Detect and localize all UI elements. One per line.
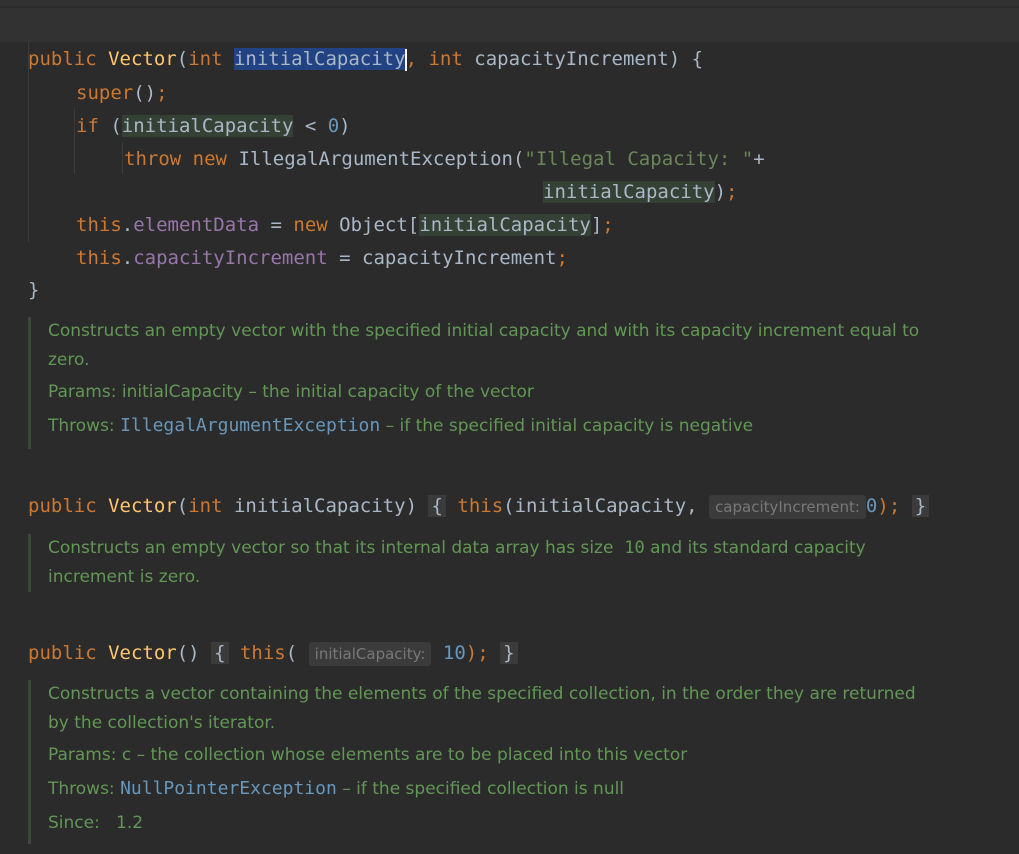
params-text: c – the collection whose elements are to… <box>121 745 688 765</box>
since-value: 1.2 <box>116 813 144 833</box>
javadoc-render-3[interactable]: Constructs a vector containing the eleme… <box>28 680 1008 844</box>
doc-text-part: and its standard capacity <box>644 538 866 558</box>
number-literal: 0 <box>865 495 878 517</box>
comma: , <box>405 48 418 70</box>
javadoc-render-2[interactable]: Constructs an empty vector so that its i… <box>28 534 1008 592</box>
keyword-this: this <box>239 642 286 664</box>
throws-text: – if the specified initial capacity is n… <box>380 416 754 436</box>
params-label: Params: <box>48 382 117 402</box>
editor-top-strip <box>0 0 1019 6</box>
call-args: (initialCapacity, <box>503 495 698 517</box>
since-label: Since: <box>48 813 100 833</box>
dot: . <box>121 247 134 269</box>
fold-region-open[interactable]: { <box>211 642 229 664</box>
code-line-4[interactable]: throw new IllegalArgumentException("Ille… <box>124 108 765 170</box>
selected-parameter[interactable]: initialCapacity <box>233 48 406 70</box>
keyword-int: int <box>188 48 223 70</box>
doc-text: Constructs a vector containing the eleme… <box>48 684 916 704</box>
constructor-name[interactable]: Vector <box>108 495 177 517</box>
parameter[interactable]: capacityIncrement <box>474 48 668 70</box>
throws-label: Throws: <box>48 779 115 799</box>
paren: ( <box>176 48 189 70</box>
params-label: Params: <box>48 745 117 765</box>
paren: ( <box>285 642 298 664</box>
paren-brace: ) { <box>668 48 704 70</box>
keyword-this: this <box>76 247 122 269</box>
semicolon: ; <box>726 181 738 203</box>
parameter[interactable]: capacityIncrement <box>362 247 556 269</box>
call-end: ); <box>877 495 901 517</box>
doc-params: Params: c – the collection whose element… <box>48 738 1008 772</box>
code-line-2[interactable]: super(); <box>76 42 168 104</box>
code-line-ctor-3[interactable]: public Vector() { this( initialCapacity:… <box>28 602 518 666</box>
doc-text: zero. <box>48 350 90 370</box>
doc-text: Constructs an empty vector with the spec… <box>48 321 920 341</box>
fold-region-open[interactable]: { <box>428 495 446 517</box>
keyword-this: this <box>457 495 504 517</box>
throws-text: – if the specified collection is null <box>336 779 625 799</box>
code-line-5[interactable]: initialCapacity); <box>543 141 738 203</box>
doc-text-part: Constructs an empty vector so that its i… <box>48 538 619 558</box>
keyword-new: new <box>192 148 227 170</box>
code-line-6[interactable]: this.elementData = new Object[initialCap… <box>76 174 614 236</box>
throws-label: Throws: <box>48 416 115 436</box>
fold-region-close[interactable]: } <box>500 642 518 664</box>
bracket: ] <box>590 214 603 236</box>
field-capacityincrement[interactable]: capacityIncrement <box>133 247 327 269</box>
doc-since: Since: 1.2 <box>48 806 1008 840</box>
keyword-public: public <box>28 495 97 517</box>
operator: = <box>327 247 363 269</box>
parens: () <box>176 642 200 664</box>
paren: ( <box>176 495 189 517</box>
code-line-ctor-2[interactable]: public Vector(int initialCapacity) { thi… <box>28 455 930 519</box>
operator-plus: + <box>753 148 765 170</box>
keyword-int: int <box>188 495 223 517</box>
paren: ( <box>110 115 122 137</box>
doc-text: by the collection's iterator. <box>48 713 276 733</box>
keyword-throw: throw <box>124 148 182 170</box>
parameter[interactable]: initialCapacity <box>234 495 406 517</box>
params-text: initialCapacity – the initial capacity o… <box>121 382 534 402</box>
paren: ) <box>405 495 418 517</box>
keyword-int: int <box>428 48 463 70</box>
javadoc-render-1[interactable]: Constructs an empty vector with the spec… <box>28 317 1008 449</box>
indent-guide <box>74 108 75 174</box>
doc-text: increment is zero. <box>48 567 201 587</box>
code-line-8[interactable]: } <box>28 239 39 301</box>
constructor-name[interactable]: Vector <box>108 642 177 664</box>
paren: ) <box>714 181 727 203</box>
call-end: ); <box>465 642 489 664</box>
code-line-1[interactable]: public Vector(int initialCapacity, int c… <box>28 8 703 71</box>
doc-code-literal: 10 <box>624 538 645 558</box>
indent-guide <box>122 142 123 174</box>
number-literal: 10 <box>442 642 466 664</box>
code-line-7[interactable]: this.capacityIncrement = capacityIncreme… <box>76 207 568 269</box>
fold-region-close[interactable]: } <box>911 495 930 517</box>
semicolon: ; <box>602 214 614 236</box>
closing-brace: } <box>28 279 40 301</box>
doc-throws: Throws: NullPointerException – if the sp… <box>48 772 1008 806</box>
keyword-if: if <box>76 115 99 137</box>
semicolon: ; <box>556 247 568 269</box>
exception-class[interactable]: IllegalArgumentException( <box>238 148 524 170</box>
doc-params: Params: initialCapacity – the initial ca… <box>48 375 1008 409</box>
code-line-3[interactable]: if (initialCapacity < 0) <box>76 75 351 137</box>
keyword-public: public <box>28 642 97 664</box>
inlay-parameter-hint[interactable]: initialCapacity: <box>308 641 432 666</box>
doc-throws: Throws: IllegalArgumentException – if th… <box>48 409 1008 443</box>
doc-text: Constructs an empty vector so that its i… <box>48 534 1008 563</box>
exception-link[interactable]: NullPointerException <box>120 778 337 799</box>
exception-link[interactable]: IllegalArgumentException <box>120 415 380 436</box>
inlay-parameter-hint[interactable]: capacityIncrement: <box>709 494 866 519</box>
